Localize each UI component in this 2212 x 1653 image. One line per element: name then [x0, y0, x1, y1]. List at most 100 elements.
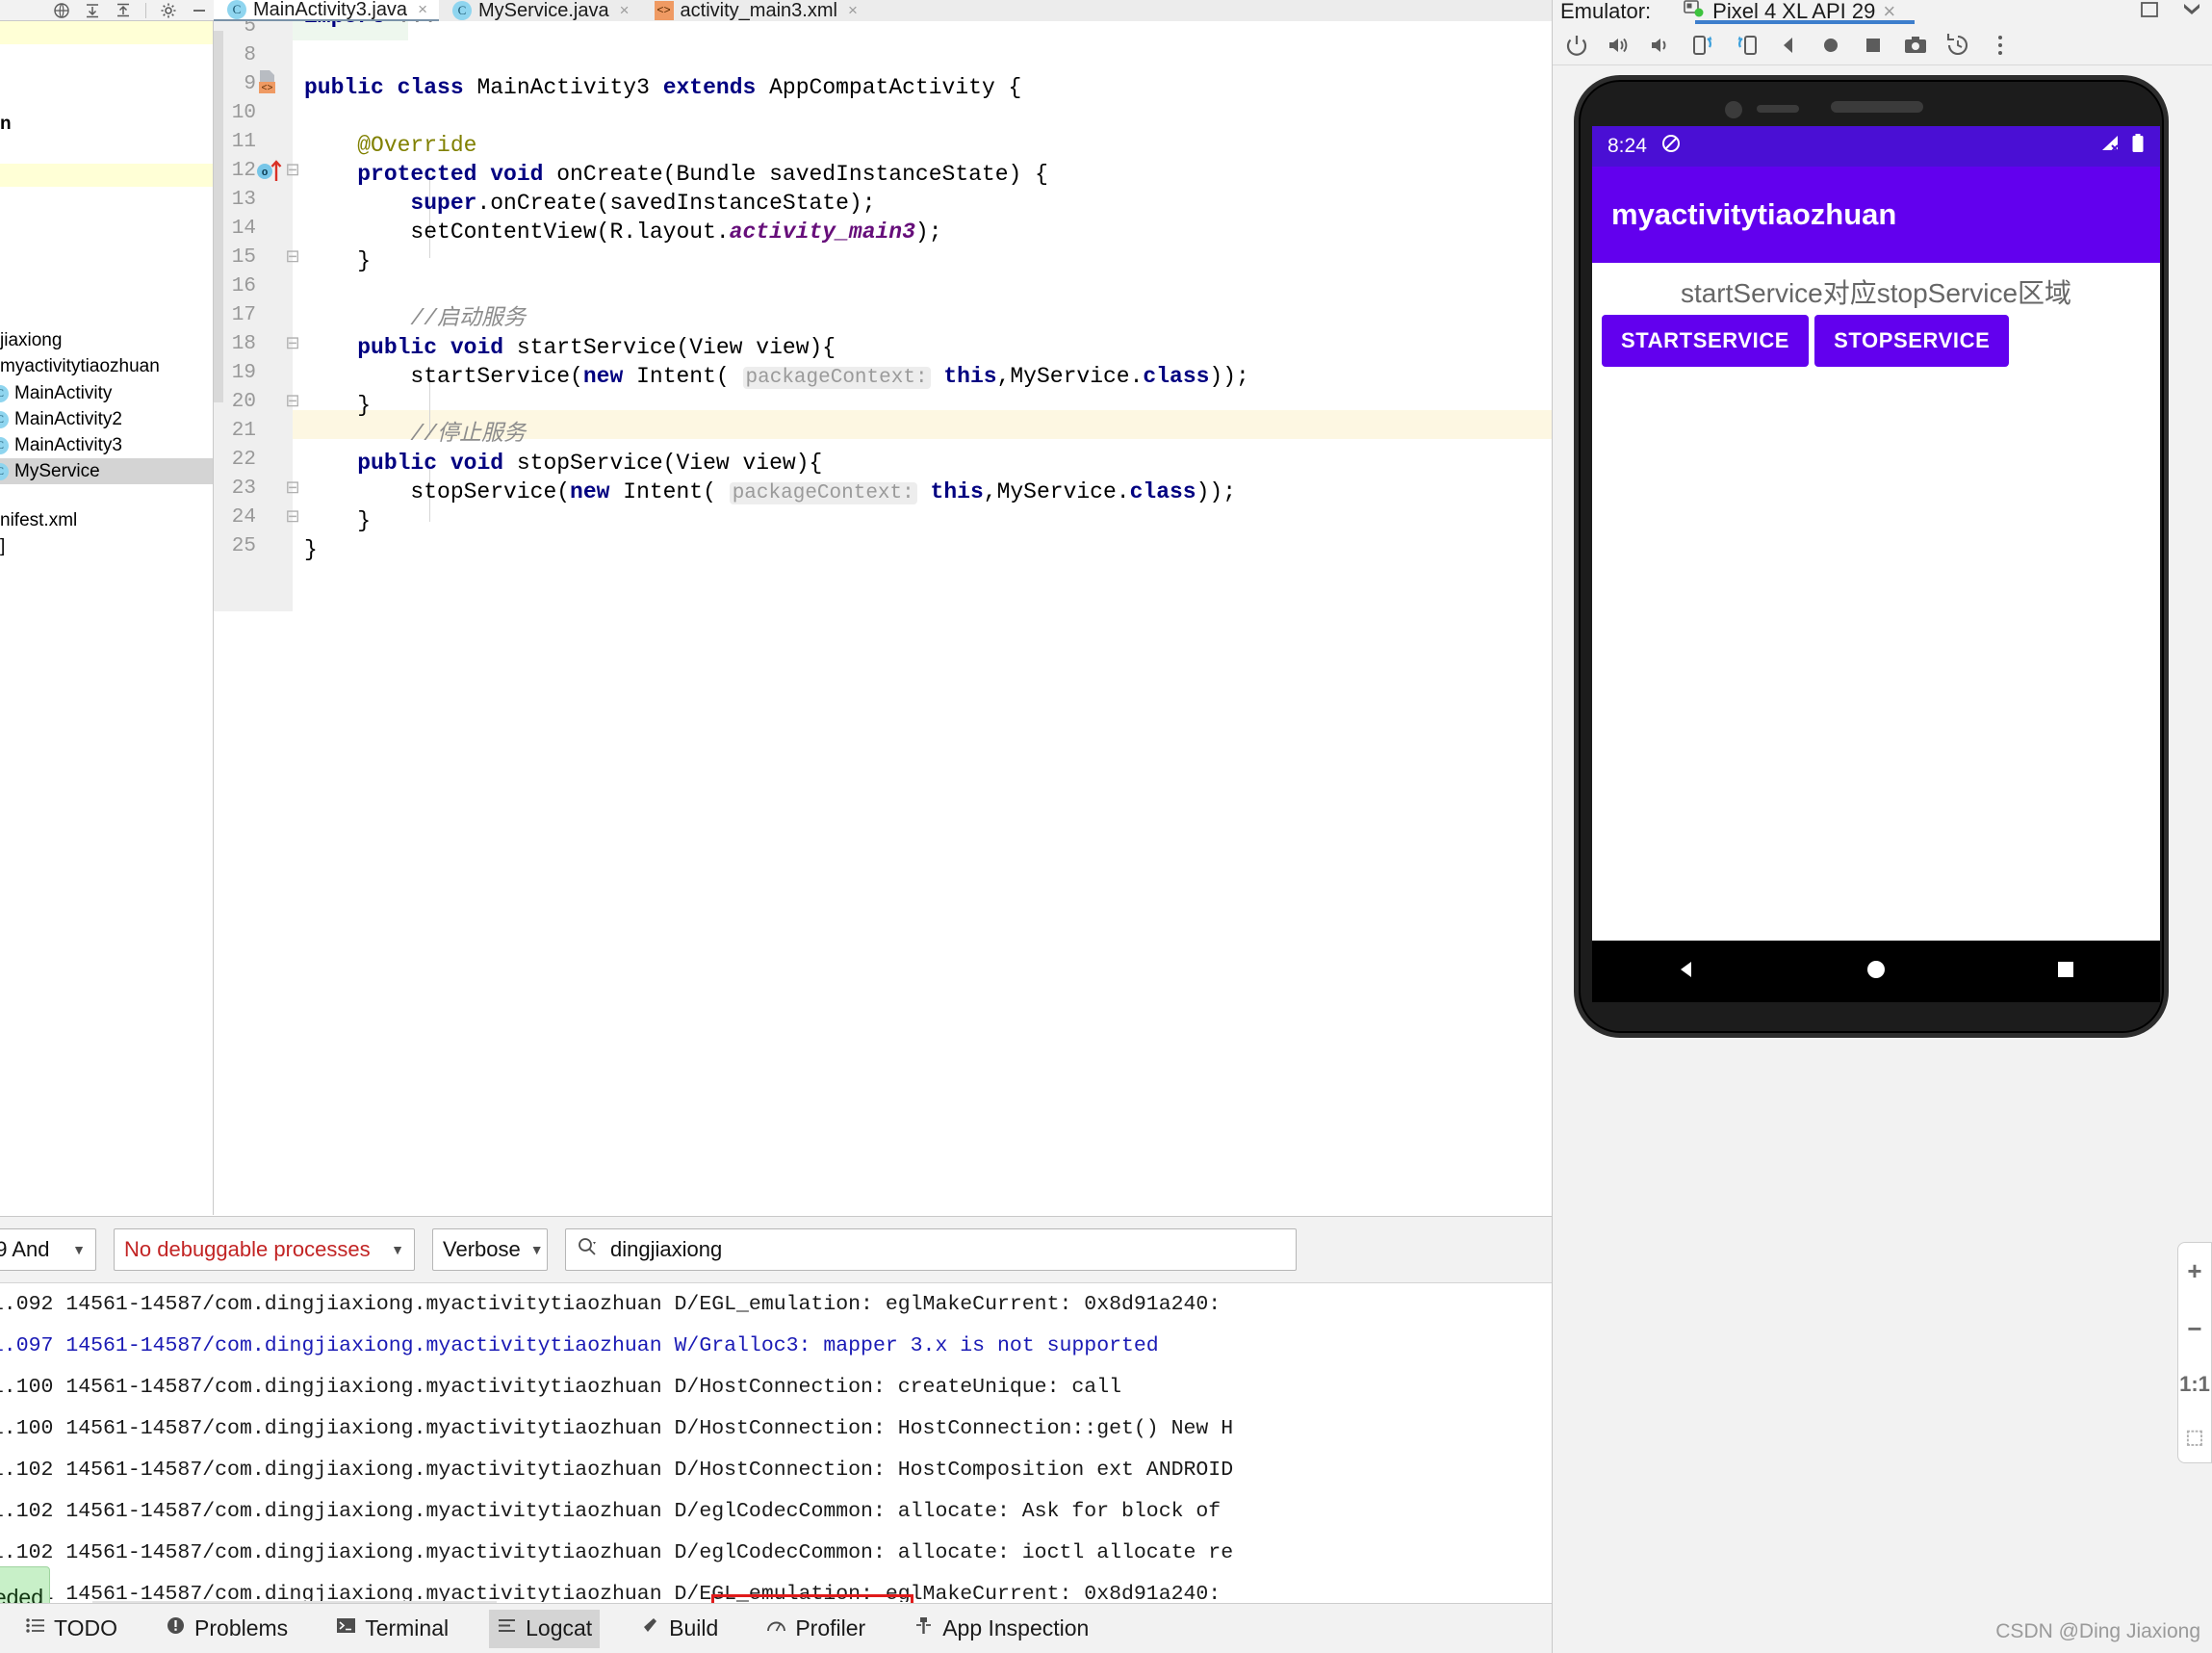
emulator-zoom-controls[interactable]: + − 1:1 ⬚: [2177, 1242, 2212, 1463]
code-editor[interactable]: 5 8 9 10 11 12 13 14 15 16 17 18 19 20 2…: [214, 21, 1552, 611]
line-number: 20: [231, 391, 256, 413]
log-row: 31.100 14561-14587/com.dingjiaxiong.myac…: [0, 1417, 1234, 1440]
editor-gutter[interactable]: 5 8 9 10 11 12 13 14 15 16 17 18 19 20 2…: [214, 21, 300, 611]
android-status-bar: 8:24: [1592, 126, 2160, 167]
power-icon[interactable]: [1564, 33, 1589, 58]
toolwindow-problems[interactable]: Problems: [158, 1610, 296, 1648]
back-triangle-icon[interactable]: [1673, 956, 1700, 988]
screenshot-camera-icon[interactable]: [1903, 33, 1928, 58]
startservice-button[interactable]: STARTSERVICE: [1602, 315, 1810, 367]
watermark: CSDN @Ding Jiaxiong: [1995, 1620, 2200, 1642]
log-row: 31.102 14561-14587/com.dingjiaxiong.myac…: [0, 1459, 1234, 1482]
emulator-screen[interactable]: 8:24 myactivitytiaozhuan startService对应s…: [1592, 126, 2160, 1002]
history-icon[interactable]: [1945, 33, 1970, 58]
sidebar-item-bracket[interactable]: ]: [0, 533, 213, 559]
parameter-hint: packageContext:: [742, 367, 931, 389]
log-level-selector[interactable]: Verbose ▼: [432, 1228, 548, 1271]
todo-list-icon: [25, 1615, 45, 1641]
tab-label: activity_main3.xml: [680, 0, 837, 21]
back-icon[interactable]: [1776, 33, 1801, 58]
rotate-right-icon[interactable]: [1734, 33, 1759, 58]
sidebar-item-manifest[interactable]: nifest.xml: [0, 507, 213, 533]
more-vertical-icon[interactable]: [1988, 33, 2013, 58]
svg-text:<>: <>: [261, 84, 272, 94]
sidebar-item-mainactivity3[interactable]: C MainActivity3: [0, 432, 213, 458]
line-number: 9: [244, 73, 256, 95]
zoom-in-button[interactable]: +: [2187, 1256, 2201, 1286]
zoom-out-button[interactable]: −: [2187, 1314, 2201, 1344]
toolwindow-profiler[interactable]: Profiler: [759, 1610, 873, 1648]
volume-down-icon[interactable]: [1649, 33, 1674, 58]
code-line-20: }: [304, 393, 372, 418]
close-icon[interactable]: ×: [620, 1, 630, 20]
java-class-icon: C: [0, 436, 9, 454]
globe-icon[interactable]: [53, 2, 70, 19]
close-icon[interactable]: ×: [418, 0, 427, 19]
code-line-18: public void startService(View view){: [357, 335, 836, 360]
build-hammer-icon: [640, 1615, 660, 1641]
java-class-icon: C: [452, 1, 472, 20]
sidebar-item-mainactivity[interactable]: C MainActivity: [0, 380, 213, 406]
fit-to-window-button[interactable]: ⬚: [2186, 1425, 2204, 1449]
xml-file-icon: <>: [654, 1, 674, 20]
sidebar-item-myservice[interactable]: C MyService: [0, 458, 213, 484]
process-selector[interactable]: No debuggable processes ▼: [114, 1228, 415, 1271]
toolwindow-label: App Inspection: [942, 1615, 1090, 1640]
tab-mainactivity3-java[interactable]: C MainActivity3.java ×: [214, 0, 439, 21]
toolwindow-logcat[interactable]: Logcat: [489, 1609, 601, 1648]
restore-window-icon[interactable]: [2139, 0, 2160, 25]
emulator-tab-underline: [1695, 20, 1915, 24]
class-marker-icon[interactable]: <>: [256, 69, 279, 99]
toolwindow-label: Logcat: [526, 1615, 593, 1640]
code-line-13: super.onCreate(savedInstanceState);: [410, 191, 876, 216]
line-number: 13: [231, 189, 256, 211]
line-number: 5: [244, 21, 256, 38]
minimize-icon[interactable]: [191, 2, 208, 19]
line-number: 8: [244, 44, 256, 66]
sidebar-item-mainactivity2[interactable]: C MainActivity2: [0, 406, 213, 432]
toolwindow-build[interactable]: Build: [632, 1610, 726, 1648]
ide-area: n jiaxiong myactivitytiaozhuan C MainAct…: [0, 0, 1552, 1653]
toolwindow-terminal[interactable]: Terminal: [328, 1610, 456, 1648]
collapse-all-icon[interactable]: [84, 2, 101, 19]
sidebar-highlight-band-mid: [0, 164, 213, 187]
code-line-19: startService(new Intent( packageContext:…: [304, 364, 1249, 389]
toolwindow-label: Build: [669, 1615, 719, 1640]
logcat-output[interactable]: 31.092 14561-14587/com.dingjiaxiong.myac…: [0, 1284, 1552, 1602]
line-number: 14: [231, 218, 256, 240]
java-class-icon: C: [0, 410, 9, 428]
emulator-device-frame[interactable]: 8:24 myactivitytiaozhuan startService对应s…: [1574, 75, 2169, 1038]
recents-square-icon[interactable]: [2052, 956, 2079, 988]
stopservice-button[interactable]: STOPSERVICE: [1814, 315, 2010, 367]
sidebar-item-myactivitytiaozhuan[interactable]: myactivitytiaozhuan: [0, 353, 213, 379]
rotate-left-icon[interactable]: [1691, 33, 1716, 58]
logcat-search-input[interactable]: dingjiaxiong: [565, 1228, 1297, 1271]
code-text-area[interactable]: import ... public class MainActivity3 ex…: [293, 21, 1552, 611]
search-icon[interactable]: [576, 1235, 599, 1264]
toolwindow-todo[interactable]: TODO: [17, 1610, 125, 1648]
logcat-panel: 29 And ▼ No debuggable processes ▼ Verbo…: [0, 1216, 1552, 1653]
override-method-icon[interactable]: o: [256, 158, 285, 188]
hide-window-icon[interactable]: [2181, 0, 2202, 25]
volume-up-icon[interactable]: [1607, 33, 1632, 58]
home-circle-icon[interactable]: [1863, 956, 1890, 988]
log-level-value: Verbose: [443, 1237, 521, 1261]
tab-activity-main3-xml[interactable]: <> activity_main3.xml ×: [641, 0, 869, 21]
project-sidebar[interactable]: n jiaxiong myactivitytiaozhuan C MainAct…: [0, 21, 214, 1215]
expand-all-icon[interactable]: [115, 2, 132, 19]
sidebar-item-label: nifest.xml: [0, 509, 78, 530]
device-selector[interactable]: 29 And ▼: [0, 1228, 96, 1271]
close-icon[interactable]: ×: [848, 1, 858, 20]
log-row: 31.102 14561-14587/com.dingjiaxiong.myac…: [0, 1541, 1234, 1564]
actual-size-button[interactable]: 1:1: [2179, 1372, 2210, 1397]
tab-myservice-java[interactable]: C MyService.java ×: [439, 0, 641, 21]
code-line-21: //停止服务: [304, 420, 526, 449]
editor-tabstrip: C MainActivity3.java × C MyService.java …: [214, 0, 1552, 21]
toolwindow-app-inspection[interactable]: App Inspection: [906, 1610, 1096, 1648]
profiler-icon: [766, 1615, 786, 1641]
sidebar-item-jiaxiong[interactable]: jiaxiong: [0, 327, 213, 353]
home-icon[interactable]: [1818, 33, 1843, 58]
settings-gear-icon[interactable]: [160, 2, 177, 19]
overview-icon[interactable]: [1861, 33, 1886, 58]
chevron-down-icon: ▼: [72, 1242, 86, 1257]
